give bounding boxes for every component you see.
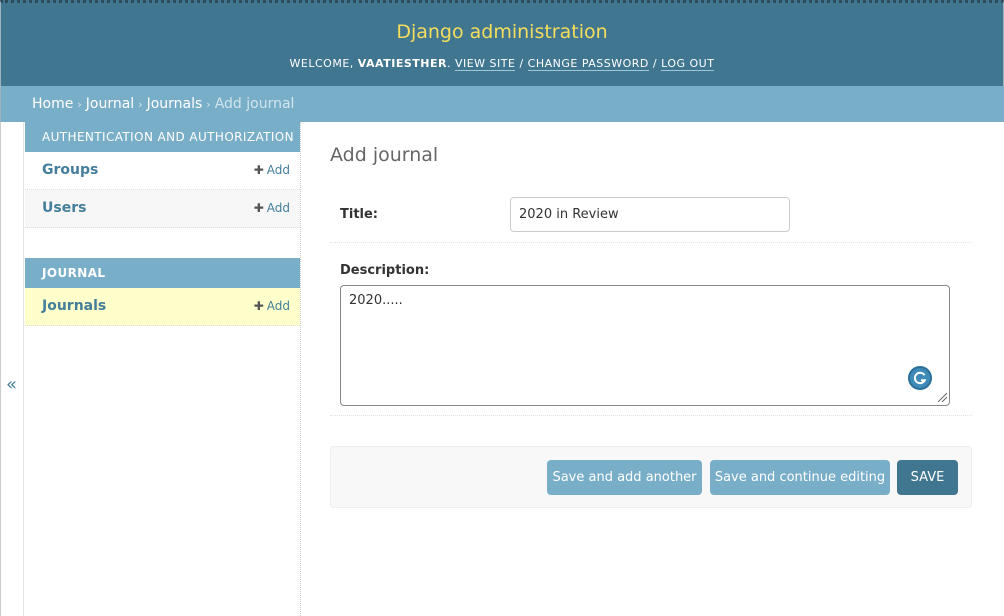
save-button[interactable]: Save (897, 460, 958, 495)
save-and-continue-button[interactable]: Save and continue editing (710, 460, 890, 495)
add-journal-button[interactable]: ✚ Add (254, 299, 290, 313)
add-user-button[interactable]: ✚ Add (254, 201, 290, 215)
add-group-button[interactable]: ✚ Add (254, 163, 290, 177)
resize-handle-icon[interactable] (937, 392, 947, 402)
module-caption-journal[interactable]: JOURNAL (25, 258, 300, 288)
toggle-nav-sidebar[interactable]: « (0, 122, 24, 616)
add-label: Add (266, 163, 290, 177)
breadcrumb-separator: › (138, 98, 143, 111)
breadcrumb-journal[interactable]: Journal (86, 96, 134, 112)
collapse-sidebar-icon[interactable]: « (6, 374, 17, 395)
breadcrumb-current: Add journal (214, 96, 295, 112)
users-link[interactable]: Users (42, 200, 86, 216)
sidebar-item-groups: Groups ✚ Add (25, 152, 300, 190)
change-password-link[interactable]: CHANGE PASSWORD (527, 57, 649, 71)
sidebar-item-journals: Journals ✚ Add (25, 288, 300, 326)
page-title: Add journal (330, 144, 439, 166)
add-label: Add (266, 299, 290, 313)
journals-link[interactable]: Journals (42, 298, 106, 314)
title-input[interactable] (510, 197, 790, 232)
breadcrumb-separator: › (206, 98, 211, 111)
submit-row: Save and add another Save and continue e… (330, 446, 972, 508)
title-label: Title: (340, 207, 379, 222)
plus-icon: ✚ (253, 201, 264, 215)
description-textarea[interactable]: 2020..... (340, 285, 950, 406)
module-spacer (24, 228, 300, 258)
save-and-add-another-button[interactable]: Save and add another (547, 460, 702, 495)
username: VAATIESTHER (357, 57, 447, 70)
form-row-description: Description: 2020..... (330, 250, 972, 416)
plus-icon: ✚ (253, 299, 264, 313)
nav-sidebar: AUTHENTICATION AND AUTHORIZATION Groups … (24, 122, 301, 616)
plus-icon: ✚ (253, 163, 264, 177)
header: Django administration WELCOME, VAATIESTH… (0, 0, 1004, 86)
groups-link[interactable]: Groups (42, 162, 98, 178)
breadcrumb-journals[interactable]: Journals (147, 96, 203, 112)
description-label: Description: (340, 263, 430, 278)
site-name: Django administration (396, 21, 608, 43)
view-site-link[interactable]: VIEW SITE (454, 57, 516, 71)
user-tools: WELCOME, VAATIESTHER. VIEW SITE / CHANGE… (289, 57, 715, 71)
breadcrumb-home[interactable]: Home (32, 96, 73, 112)
module-caption-auth[interactable]: AUTHENTICATION AND AUTHORIZATION (25, 122, 300, 152)
breadcrumb-separator: › (77, 98, 82, 111)
grammarly-icon[interactable] (908, 366, 932, 390)
welcome-text: WELCOME, (289, 57, 354, 70)
sidebar-item-users: Users ✚ Add (25, 190, 300, 228)
form-row-title: Title: (330, 186, 972, 243)
breadcrumb: Home › Journal › Journals › Add journal (0, 86, 1004, 122)
log-out-link[interactable]: LOG OUT (661, 57, 715, 71)
add-label: Add (266, 201, 290, 215)
